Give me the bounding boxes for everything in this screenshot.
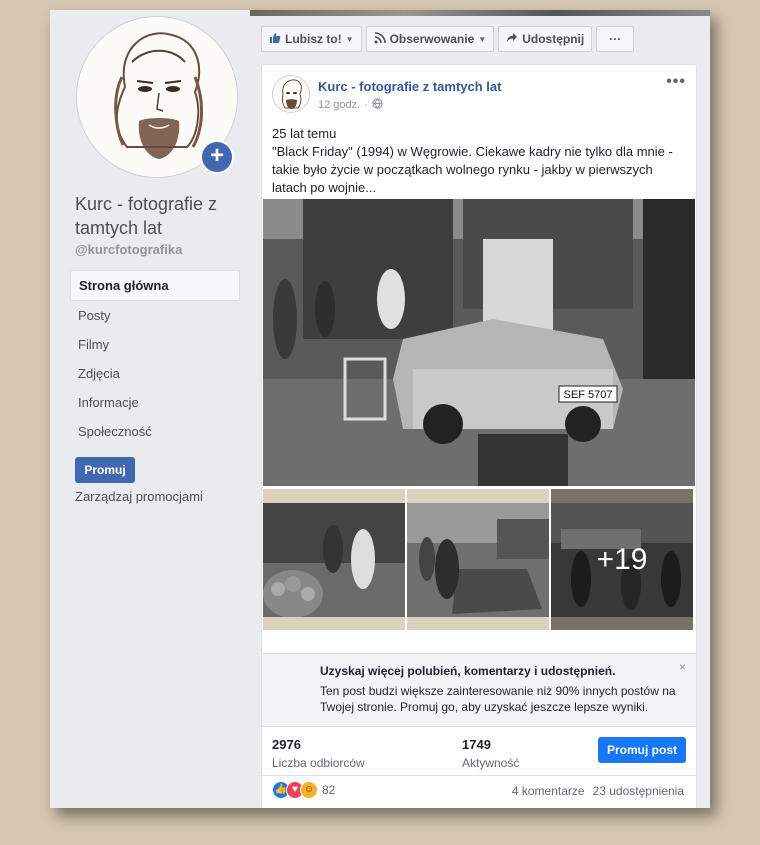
like-page-label: Lubisz to! <box>285 32 342 46</box>
post-meta: 12 godz. · <box>318 98 383 112</box>
boost-suggestion-box: Uzyskaj więcej polubień, komentarzy i ud… <box>262 653 696 727</box>
share-arrow-icon <box>506 32 518 47</box>
page-handle[interactable]: @kurcfotografika <box>75 242 182 257</box>
reactions-count: 82 <box>322 783 336 797</box>
sidebar-item-home[interactable]: Strona główna <box>70 270 240 301</box>
post-engagement-counts: 4 komentarze 23 udostępnienia <box>512 784 684 798</box>
photo-thumb-2[interactable] <box>407 489 549 630</box>
share-label: Udostępnij <box>522 32 585 46</box>
reach-stat[interactable]: 2976 Liczba odbiorców <box>272 737 365 770</box>
more-photos-overlay[interactable]: +19 <box>551 489 693 630</box>
reactions-summary[interactable]: 👍 ♥ ☺ 82 <box>272 781 335 799</box>
reach-value: 2976 <box>272 737 301 752</box>
sidebar-item-about[interactable]: Informacje <box>70 388 240 417</box>
follow-button[interactable]: Obserwowanie ▼ <box>365 26 495 52</box>
page-action-toolbar: Lubisz to! ▼ Obserwowanie ▼ Udostępnij ·… <box>261 26 635 52</box>
sidebar-item-community[interactable]: Społeczność <box>70 417 240 446</box>
reach-label: Liczba odbiorców <box>272 756 365 770</box>
cover-photo-strip <box>250 10 710 16</box>
photo-thumb-3[interactable]: +19 <box>551 489 693 630</box>
sidebar-item-posts[interactable]: Posty <box>70 301 240 330</box>
shares-count-link[interactable]: 23 udostępnienia <box>593 784 684 798</box>
promote-button[interactable]: Promuj <box>75 457 135 483</box>
comments-count-link[interactable]: 4 komentarze <box>512 784 585 798</box>
engagement-stat[interactable]: 1749 Aktywność <box>462 737 519 770</box>
haha-reaction-icon: ☺ <box>300 781 318 799</box>
rss-icon <box>374 31 386 47</box>
close-icon[interactable]: × <box>679 660 686 674</box>
manage-promotions-link[interactable]: Zarządzaj promocjami <box>75 489 203 504</box>
post-text: 25 lat temu "Black Friday" (1994) w Węgr… <box>272 125 686 197</box>
post-timestamp[interactable]: 12 godz. <box>318 99 360 111</box>
separator-dot: · <box>364 99 368 111</box>
engagement-value: 1749 <box>462 737 491 752</box>
boost-post-button[interactable]: Promuj post <box>598 737 686 763</box>
more-options-button[interactable]: ··· <box>596 26 635 52</box>
post-photo-grid: +19 <box>263 489 695 630</box>
market-street-photo: SEF 5707 <box>263 199 695 486</box>
facebook-page-frame: + Kurc - fotografie z tamtych lat @kurcf… <box>50 10 710 808</box>
post-main-photo[interactable]: SEF 5707 <box>263 199 695 486</box>
post-card: Kurc - fotografie z tamtych lat 12 godz.… <box>261 64 697 808</box>
post-text-body: "Black Friday" (1994) w Węgrowie. Ciekaw… <box>272 144 677 195</box>
add-photo-icon[interactable]: + <box>200 140 234 174</box>
post-text-line1: 25 lat temu <box>272 126 337 141</box>
author-sketch-thumb <box>273 76 309 112</box>
more-dots-icon: ··· <box>609 32 622 46</box>
chevron-down-icon: ▼ <box>478 34 487 44</box>
share-button[interactable]: Udostępnij <box>498 26 593 52</box>
boost-suggestion-title: Uzyskaj więcej polubień, komentarzy i ud… <box>320 664 616 678</box>
thumbs-up-icon <box>269 32 281 47</box>
post-insights: 2976 Liczba odbiorców 1749 Aktywność Pro… <box>262 727 696 776</box>
chevron-down-icon: ▼ <box>345 34 354 44</box>
sidebar-nav: Strona główna Posty Filmy Zdjęcia Inform… <box>70 270 240 446</box>
post-author-link[interactable]: Kurc - fotografie z tamtych lat <box>318 79 501 94</box>
sidebar-item-videos[interactable]: Filmy <box>70 330 240 359</box>
license-plate-text: SEF 5707 <box>564 389 613 401</box>
sidebar: + Kurc - fotografie z tamtych lat @kurcf… <box>50 10 250 808</box>
page-title: Kurc - fotografie z tamtych lat <box>75 194 218 238</box>
boost-suggestion-text: Ten post budzi większe zainteresowanie n… <box>320 684 676 714</box>
post-author-avatar[interactable] <box>272 75 310 113</box>
engagement-label: Aktywność <box>462 756 520 770</box>
globe-icon[interactable] <box>372 98 383 112</box>
follow-label: Obserwowanie <box>389 32 475 46</box>
like-page-button[interactable]: Lubisz to! ▼ <box>261 26 362 52</box>
post-options-icon[interactable]: ••• <box>666 73 686 91</box>
sidebar-item-photos[interactable]: Zdjęcia <box>70 359 240 388</box>
photo-thumb-1[interactable] <box>263 489 405 630</box>
